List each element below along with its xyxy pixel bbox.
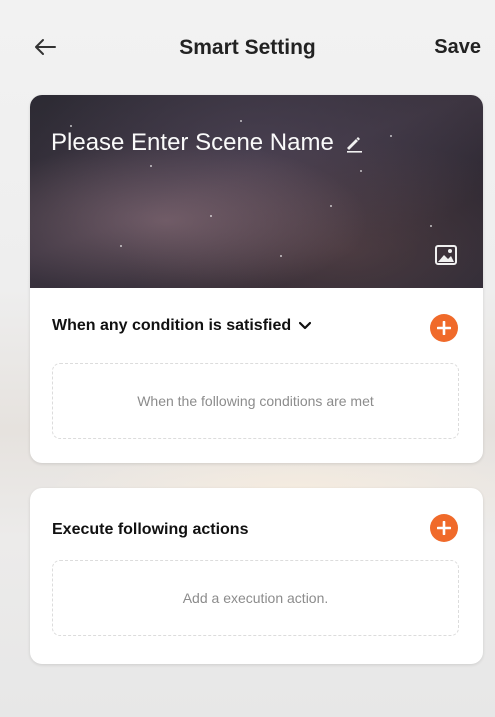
scene-banner: Please Enter Scene Name: [30, 95, 483, 288]
add-condition-area[interactable]: When the following conditions are met: [52, 363, 459, 439]
page-title: Smart Setting: [179, 36, 316, 59]
action-placeholder: Add a execution action.: [182, 590, 329, 606]
add-action-area[interactable]: Add a execution action.: [52, 560, 459, 636]
change-image-button[interactable]: [435, 245, 457, 265]
star-dot: [210, 215, 212, 217]
actions-heading-row: Execute following actions: [52, 521, 248, 539]
star-dot: [280, 255, 282, 257]
actions-heading: Execute following actions: [52, 521, 249, 538]
star-dot: [360, 170, 362, 172]
condition-heading: When any condition is satisfied: [52, 317, 292, 334]
scene-name-placeholder: Please Enter Scene Name: [51, 129, 334, 156]
add-action-button[interactable]: [430, 514, 458, 542]
scene-card: Please Enter Scene Name When any conditi…: [30, 95, 483, 463]
star-dot: [120, 245, 122, 247]
star-dot: [150, 165, 152, 167]
pencil-icon: [346, 137, 362, 153]
scene-name-field[interactable]: Please Enter Scene Name: [51, 129, 364, 157]
star-dot: [430, 225, 432, 227]
actions-card: Execute following actions Add a executio…: [30, 488, 483, 664]
condition-type-dropdown[interactable]: When any condition is satisfied: [52, 317, 312, 335]
condition-placeholder: When the following conditions are met: [137, 393, 374, 409]
top-bar: Smart Setting Save: [0, 0, 495, 95]
plus-circle-icon: [437, 321, 451, 335]
image-icon: [435, 245, 457, 265]
star-dot: [240, 120, 242, 122]
chevron-down-icon: [299, 321, 312, 330]
plus-circle-icon: [437, 521, 451, 535]
add-condition-button[interactable]: [430, 314, 458, 342]
save-button[interactable]: Save: [434, 36, 481, 59]
star-dot: [70, 125, 72, 127]
star-dot: [390, 135, 392, 137]
star-dot: [330, 205, 332, 207]
